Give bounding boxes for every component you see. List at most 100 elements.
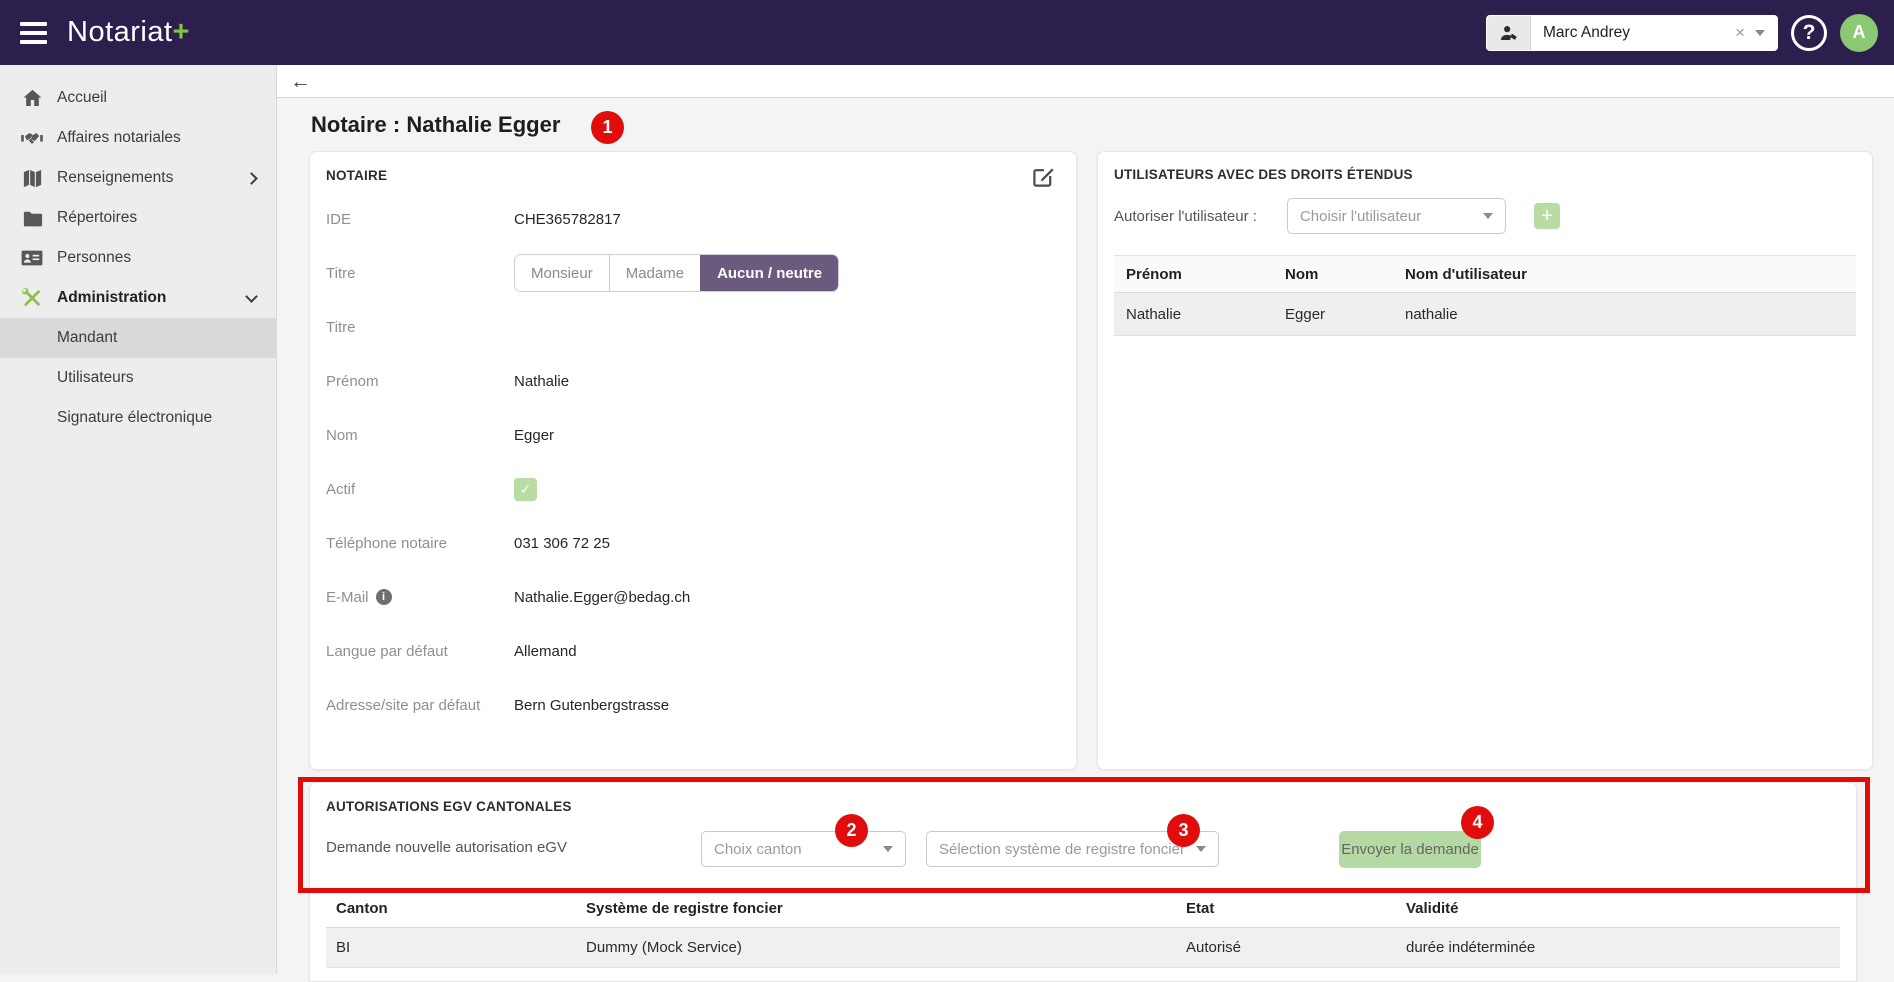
field-value: Nathalie [514,372,570,390]
top-bar: Notariat+ Marc Andrey × ? A [0,0,1894,65]
chevron-down-icon [1482,213,1493,219]
canton-select[interactable]: Choix canton [701,831,906,867]
sidebar-item-signature-electronique[interactable]: Signature électronique [0,398,276,438]
add-user-button[interactable]: + [1533,203,1560,229]
sidebar: Accueil Affaires notariales Renseignements… [0,65,277,974]
field-value: 031 306 72 25 [514,534,610,552]
field-label: Adresse/site par défaut [326,696,481,714]
registry-system-placeholder: Sélection système de registre foncier [939,840,1185,858]
field-row-langue-par-defaut: Langue par défaut Allemand [326,624,1052,678]
handshake-icon [20,126,44,150]
app-title: Notariat [67,16,173,48]
clear-icon[interactable]: × [1735,23,1745,43]
chevron-right-icon [245,171,258,185]
sidebar-item-personnes[interactable]: Personnes [0,238,276,278]
sidebar-item-label: Administration [57,289,167,306]
contact-card-icon [20,246,44,270]
table-cell: durée indéterminée [1406,939,1536,956]
sidebar-item-label: Mandant [57,329,118,346]
egv-table: Canton Système de registre foncier Etat Val… [326,890,1840,968]
title-segmented-control: Monsieur Madame Aucun / neutre [514,254,840,292]
sidebar-item-administration[interactable]: Administration [0,278,276,318]
field-label: Titre [326,264,356,282]
segment-madame[interactable]: Madame [608,255,701,291]
chevron-down-icon [245,289,258,303]
page-title: Notaire : Nathalie Egger [311,112,561,137]
table-row: BI Dummy (Mock Service) Autorisé durée indé… [326,928,1840,968]
field-row-titre: Titre [326,300,1052,354]
field-label: IDE [326,210,352,228]
user-combobox[interactable]: Marc Andrey × [1486,14,1778,51]
field-row-e-mail: E-Mail i Nathalie.Egger@bedag.ch [326,570,1052,624]
field-row-nom: Nom Egger [326,408,1052,462]
edit-icon[interactable] [1031,165,1055,194]
user-combobox-value: Marc Andrey [1543,23,1631,41]
sidebar-item-renseignements[interactable]: Renseignements [0,158,276,198]
chevron-down-icon[interactable] [1755,29,1765,36]
field-row-adresse-site-par-defaut: Adresse/site par défaut Bern Gutenbergstr… [326,678,1052,732]
avatar[interactable]: A [1840,13,1878,52]
field-label: Actif [326,480,356,498]
users-table: Prénom Nom Nom d'utilisateur Nathalie Egger n… [1114,255,1856,336]
field-row-titre: Titre Monsieur Madame Aucun / neutre [326,246,1052,300]
user-select[interactable]: Choisir l'utilisateur [1286,198,1506,234]
field-value: Egger [514,426,555,444]
canton-select-placeholder: Choix canton [714,840,802,858]
table-row: Nathalie Egger nathalie [1114,293,1856,336]
field-label: Prénom [326,372,379,390]
registry-system-select[interactable]: Sélection système de registre foncier [926,831,1219,867]
notaire-card: NOTAIRE IDE CHE365782817 Titre Monsieur Mada… [309,151,1077,770]
field-row-actif: Actif ✓ [326,462,1052,516]
info-icon[interactable]: i [375,589,392,605]
column-header: Nom d'utilisateur [1405,265,1527,283]
map-icon [20,166,44,190]
egv-card-title: AUTORISATIONS EGV CANTONALES [326,799,572,814]
user-switch-icon [1487,15,1531,50]
sidebar-item-label: Personnes [57,249,132,266]
help-icon[interactable]: ? [1791,14,1827,51]
send-request-button[interactable]: Envoyer la demande [1339,831,1481,868]
field-row-prenom: Prénom Nathalie [326,354,1052,408]
user-select-placeholder: Choisir l'utilisateur [1299,207,1422,225]
table-cell: Autorisé [1186,939,1242,956]
sidebar-item-affaires-notariales[interactable]: Affaires notariales [0,118,276,158]
back-button[interactable]: ← [290,71,311,92]
field-label: Langue par défaut [326,642,448,660]
segment-monsieur[interactable]: Monsieur [515,255,609,291]
sidebar-item-utilisateurs[interactable]: Utilisateurs [0,358,276,398]
column-header: Système de registre foncier [586,900,783,917]
table-cell: Dummy (Mock Service) [586,939,742,956]
table-cell: Nathalie [1126,305,1182,323]
table-header-row: Canton Système de registre foncier Etat Val… [326,890,1840,928]
sidebar-item-repertoires[interactable]: Répertoires [0,198,276,238]
app-logo: Notariat+ [67,16,190,49]
folder-icon [20,206,44,230]
table-cell: BI [336,939,351,956]
column-header: Prénom [1126,265,1182,283]
tools-icon [20,286,44,310]
field-row-ide: IDE CHE365782817 [326,192,1052,246]
sidebar-item-label: Utilisateurs [57,369,134,386]
notaire-card-title: NOTAIRE [326,168,388,183]
column-header: Canton [336,900,388,917]
sidebar-item-label: Répertoires [57,209,138,226]
field-label: Nom [326,426,358,444]
table-header-row: Prénom Nom Nom d'utilisateur [1114,255,1856,293]
column-header: Nom [1285,265,1319,283]
sidebar-item-mandant[interactable]: Mandant [0,318,276,358]
sidebar-item-label: Affaires notariales [57,129,181,146]
app-title-plus: + [172,16,190,48]
sidebar-item-label: Signature électronique [57,409,213,426]
table-cell: nathalie [1405,305,1458,323]
segment-aucun-neutre[interactable]: Aucun / neutre [700,255,839,291]
active-checkbox[interactable]: ✓ [514,477,537,501]
column-header: Etat [1186,900,1215,917]
request-egv-label: Demande nouvelle autorisation eGV [326,839,567,856]
home-icon [20,86,44,110]
field-label: Titre [326,318,356,336]
chevron-down-icon [1196,846,1206,852]
content-toolbar: ← [277,65,1894,98]
menu-icon[interactable] [20,17,47,49]
authorize-user-label: Autoriser l'utilisateur : [1114,207,1257,225]
sidebar-item-accueil[interactable]: Accueil [0,78,276,118]
